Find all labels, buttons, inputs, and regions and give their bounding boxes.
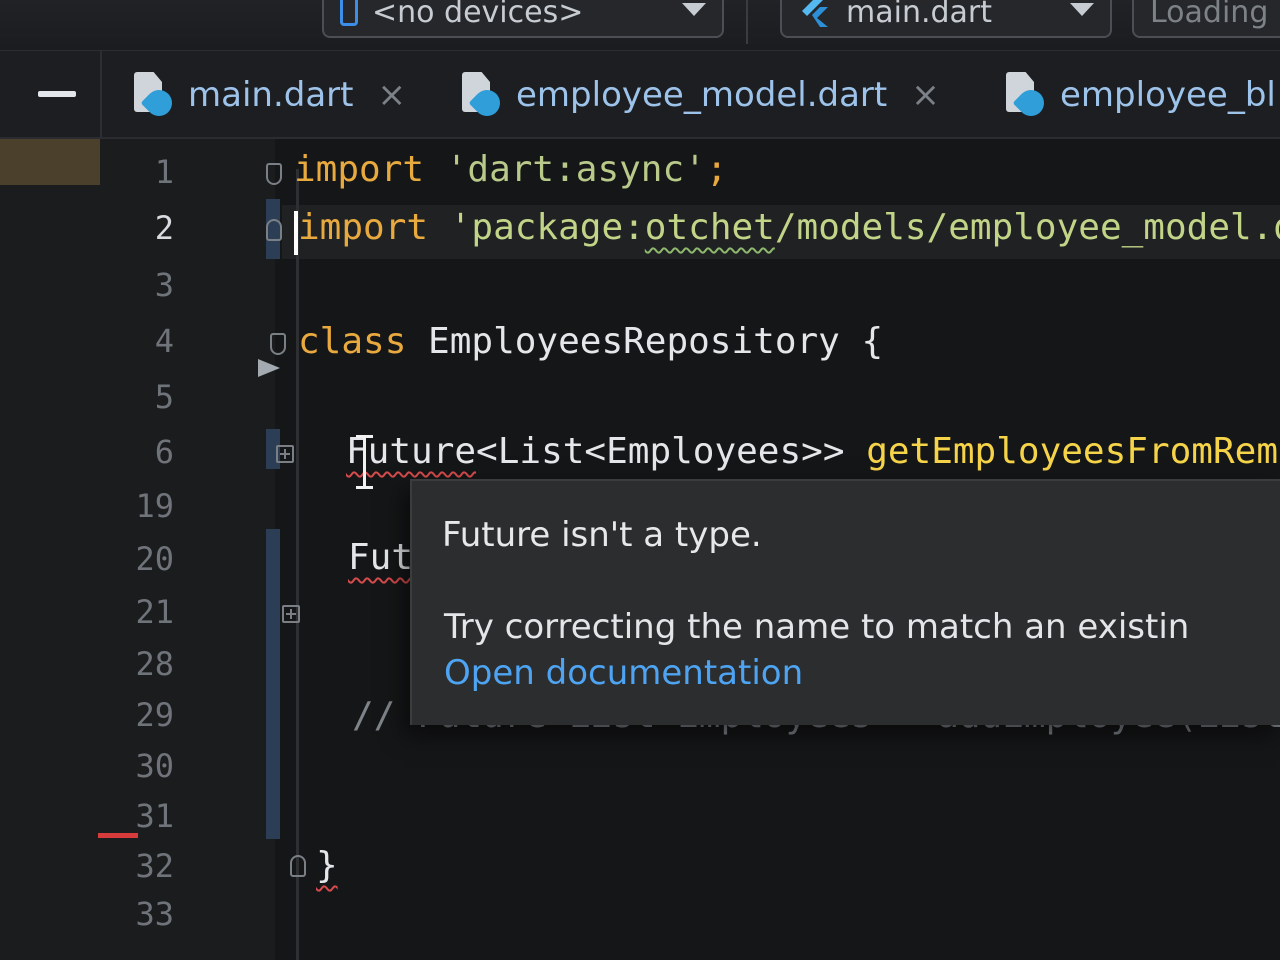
line-number: 29 bbox=[135, 696, 174, 734]
run-config-label: main.dart bbox=[846, 0, 993, 30]
fold-icon[interactable] bbox=[266, 219, 282, 241]
tooltip-message: Try correcting the name to match an exis… bbox=[444, 607, 1190, 647]
text-cursor bbox=[294, 211, 298, 255]
expand-fold-icon[interactable] bbox=[276, 445, 294, 463]
line-number: 21 bbox=[135, 593, 174, 631]
line-number: 5 bbox=[154, 378, 174, 416]
line-number: 6 bbox=[154, 433, 174, 471]
tab-label: employee_bl bbox=[1060, 75, 1276, 115]
line-number: 1 bbox=[154, 153, 174, 191]
code-line-20[interactable]: Fut bbox=[348, 537, 413, 578]
fold-guide-line bbox=[296, 169, 299, 960]
tab-label: main.dart bbox=[188, 75, 354, 115]
chevron-down-icon bbox=[682, 2, 706, 16]
toolbar-separator bbox=[746, 0, 748, 44]
line-number: 32 bbox=[135, 847, 174, 885]
tab-main-dart[interactable]: main.dart × bbox=[132, 65, 406, 125]
fold-icon[interactable] bbox=[290, 855, 306, 877]
close-icon[interactable]: × bbox=[911, 75, 940, 115]
loading-indicator: Loading bbox=[1132, 0, 1280, 38]
phone-icon bbox=[340, 0, 358, 26]
run-gutter-arrow-icon[interactable] bbox=[258, 359, 280, 377]
run-toolbar: <no devices> main.dart Loading bbox=[0, 0, 1280, 51]
close-icon[interactable]: × bbox=[377, 75, 406, 115]
line-number: 3 bbox=[154, 266, 174, 304]
flutter-icon bbox=[802, 0, 828, 27]
chevron-down-icon bbox=[1070, 2, 1094, 16]
code-line-32[interactable]: } bbox=[316, 845, 338, 886]
error-tooltip: Future isn't a type. Try correcting the … bbox=[410, 479, 1280, 725]
line-highlight-marker bbox=[0, 139, 100, 185]
dart-file-icon bbox=[132, 72, 178, 122]
loading-label: Loading bbox=[1150, 0, 1269, 30]
code-line-2[interactable]: import 'package:otchet/models/employee_m… bbox=[298, 207, 1280, 248]
device-selector-label: <no devices> bbox=[372, 0, 584, 30]
dart-file-icon bbox=[1004, 72, 1050, 122]
device-selector-dropdown[interactable]: <no devices> bbox=[322, 0, 724, 38]
tab-employee-bl[interactable]: employee_bl bbox=[1004, 65, 1276, 125]
line-number: 31 bbox=[135, 797, 174, 835]
vcs-change-marker[interactable] bbox=[266, 529, 280, 839]
line-number: 33 bbox=[135, 895, 174, 933]
code-line-6[interactable]: Future<List<Employees>> getEmployeesFrom… bbox=[346, 431, 1280, 472]
code-line-1[interactable]: import 'dart:async'; bbox=[294, 149, 728, 190]
line-number: 30 bbox=[135, 747, 174, 785]
line-number-active: 2 bbox=[154, 209, 174, 247]
open-documentation-link[interactable]: Open documentation bbox=[444, 653, 803, 693]
minus-icon bbox=[38, 91, 76, 97]
expand-fold-icon[interactable] bbox=[282, 605, 300, 623]
fold-icon[interactable] bbox=[266, 163, 282, 185]
tab-label: employee_model.dart bbox=[516, 75, 888, 115]
collapse-panel-button[interactable] bbox=[0, 51, 102, 137]
line-number: 19 bbox=[135, 487, 174, 525]
tab-employee-model-dart[interactable]: employee_model.dart × bbox=[460, 65, 940, 125]
editor-tab-strip: main.dart × employee_model.dart × employ… bbox=[0, 51, 1280, 139]
tooltip-title: Future isn't a type. bbox=[442, 515, 762, 555]
line-number: 20 bbox=[135, 540, 174, 578]
mouse-ibeam-cursor bbox=[356, 435, 373, 489]
run-config-dropdown[interactable]: main.dart bbox=[780, 0, 1112, 38]
line-number: 28 bbox=[135, 645, 174, 683]
dart-file-icon bbox=[460, 72, 506, 122]
fold-icon[interactable] bbox=[270, 333, 286, 355]
code-line-4[interactable]: class EmployeesRepository { bbox=[298, 321, 883, 362]
line-number: 4 bbox=[154, 322, 174, 360]
